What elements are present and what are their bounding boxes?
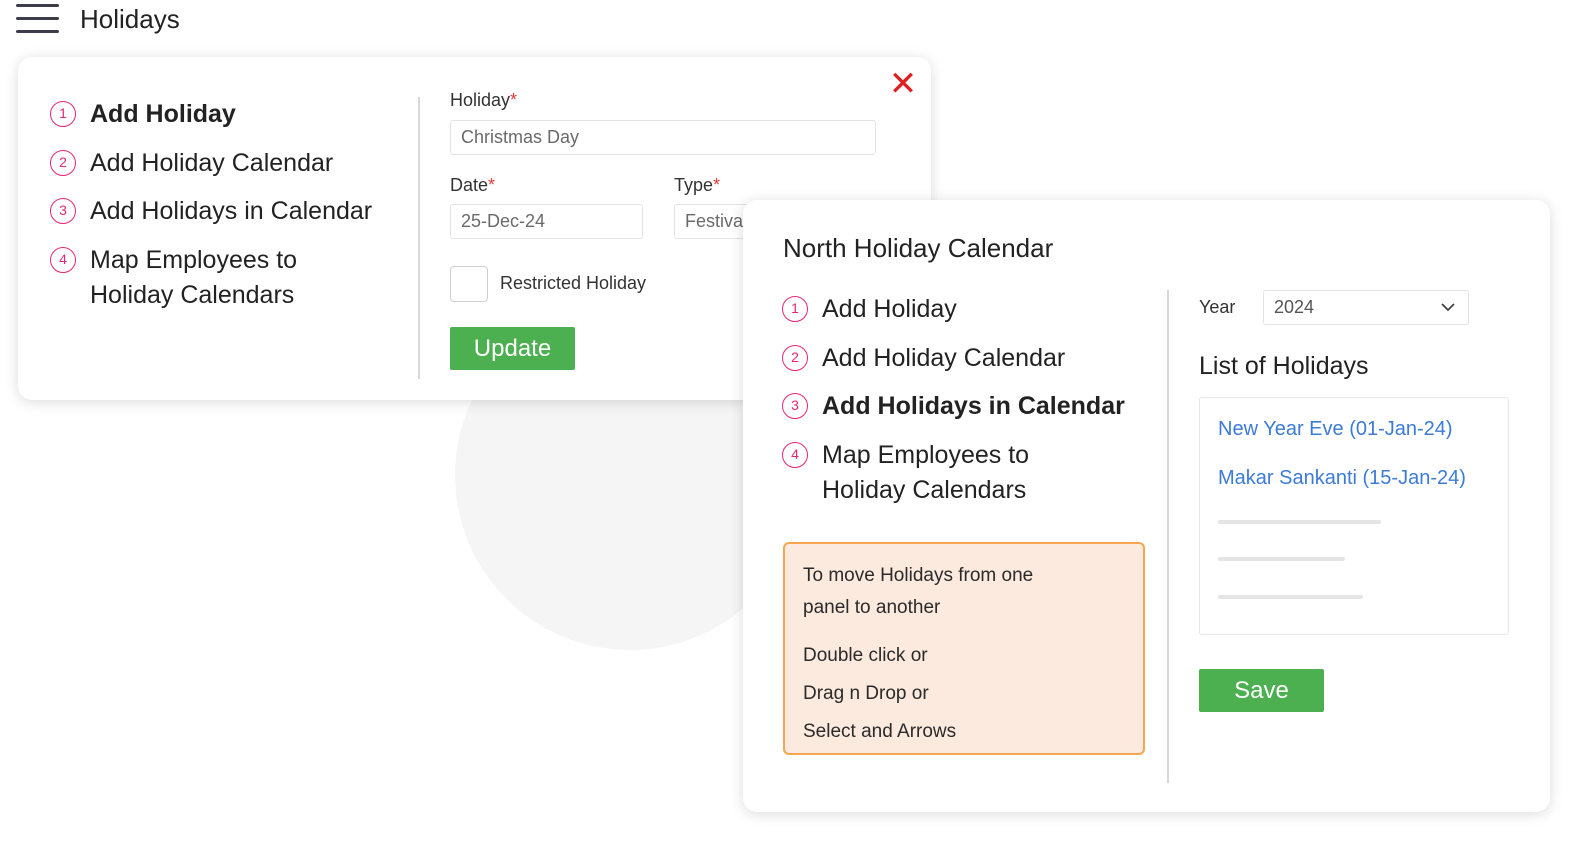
step-label-line1: Map Employees to: [90, 246, 298, 274]
menu-line: [16, 30, 59, 33]
step-label: Add Holidays in Calendar: [822, 392, 1125, 420]
step-map-employees[interactable]: 4 Map Employees to Holiday Calendars: [782, 438, 1125, 508]
update-button[interactable]: Update: [450, 327, 575, 370]
vertical-divider: [1167, 290, 1169, 783]
note-line: Drag n Drop or: [803, 683, 929, 704]
step-label: Add Holiday: [822, 295, 957, 323]
page-title: Holidays: [80, 4, 180, 34]
note-line: panel to another: [803, 597, 941, 618]
step-add-holidays-in-calendar[interactable]: 3 Add Holidays in Calendar: [782, 389, 1125, 438]
holiday-list-item[interactable]: New Year Eve (01-Jan-24): [1218, 418, 1453, 441]
step-number-badge: 1: [782, 296, 808, 322]
year-label: Year: [1199, 297, 1236, 317]
step-label-line2: Holiday Calendars: [822, 476, 1027, 504]
type-label: Type*: [674, 175, 721, 195]
menu-line: [16, 4, 59, 7]
instructions-note: To move Holidays from one panel to anoth…: [783, 542, 1145, 755]
vertical-divider: [418, 97, 420, 379]
step-number-badge: 1: [50, 101, 76, 127]
step-map-employees[interactable]: 4 Map Employees to Holiday Calendars: [50, 243, 372, 313]
holiday-list-item[interactable]: Makar Sankanti (15-Jan-24): [1218, 467, 1466, 490]
step-number-badge: 2: [782, 345, 808, 371]
step-number-badge: 4: [50, 247, 76, 273]
step-number-badge: 2: [50, 150, 76, 176]
step-label-line2: Holiday Calendars: [90, 281, 295, 309]
step-add-holiday[interactable]: 1 Add Holiday: [50, 97, 372, 146]
step-number-badge: 3: [50, 198, 76, 224]
step-label-line1: Map Employees to: [822, 441, 1030, 469]
list-of-holidays-title: List of Holidays: [1199, 352, 1369, 380]
step-label: Add Holiday: [90, 100, 236, 128]
menu-line: [16, 17, 59, 20]
restricted-holiday-checkbox[interactable]: [450, 266, 488, 302]
hamburger-menu-icon[interactable]: [16, 4, 60, 34]
save-button[interactable]: Save: [1199, 669, 1324, 712]
restricted-holiday-label: Restricted Holiday: [500, 273, 647, 293]
date-input[interactable]: 25-Dec-24: [450, 204, 643, 239]
note-line: To move Holidays from one: [803, 565, 1034, 586]
step-add-holiday-calendar[interactable]: 2 Add Holiday Calendar: [50, 146, 372, 194]
steps-list: 1 Add Holiday 2 Add Holiday Calendar 3 A…: [782, 292, 1125, 508]
date-label: Date*: [450, 175, 496, 195]
holidays-list[interactable]: New Year Eve (01-Jan-24) Makar Sankanti …: [1199, 397, 1509, 635]
step-add-holiday[interactable]: 1 Add Holiday: [782, 292, 1125, 341]
step-number-badge: 3: [782, 393, 808, 419]
step-add-holiday-calendar[interactable]: 2 Add Holiday Calendar: [782, 341, 1125, 389]
holiday-input[interactable]: Christmas Day: [450, 120, 876, 155]
step-add-holidays-in-calendar[interactable]: 3 Add Holidays in Calendar: [50, 194, 372, 243]
step-number-badge: 4: [782, 442, 808, 468]
year-value: 2024: [1274, 297, 1315, 317]
steps-list: 1 Add Holiday 2 Add Holiday Calendar 3 A…: [50, 97, 372, 313]
step-label: Add Holiday Calendar: [90, 149, 334, 177]
note-line: Select and Arrows: [803, 721, 957, 742]
placeholder-line: [1218, 557, 1345, 561]
placeholder-line: [1218, 520, 1381, 524]
holiday-label: Holiday*: [450, 90, 518, 110]
holiday-calendar-card: North Holiday Calendar 1 Add Holiday 2 A…: [743, 200, 1550, 812]
chevron-down-icon: [1441, 303, 1455, 312]
calendar-title: North Holiday Calendar: [783, 233, 1054, 263]
step-label: Add Holidays in Calendar: [90, 197, 373, 225]
year-select[interactable]: 2024: [1263, 290, 1469, 325]
placeholder-line: [1218, 595, 1363, 599]
close-icon[interactable]: ✕: [888, 67, 918, 101]
step-label: Add Holiday Calendar: [822, 344, 1066, 372]
note-line: Double click or: [803, 645, 928, 666]
